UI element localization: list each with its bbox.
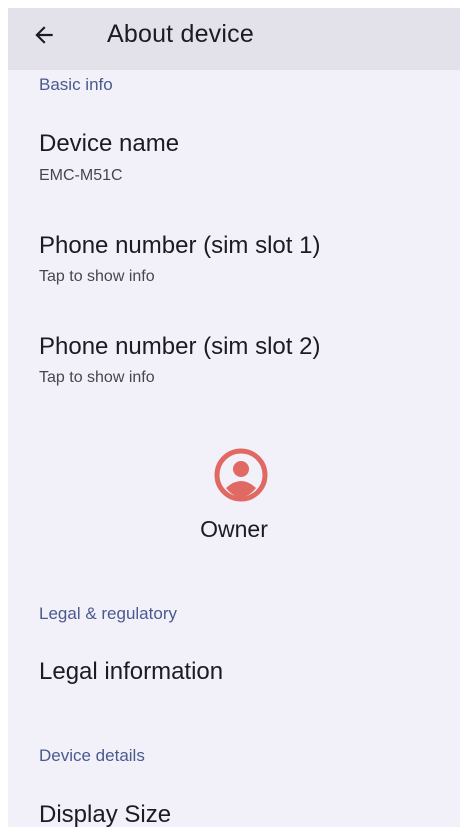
phone-number-sim1-summary: Tap to show info	[39, 268, 155, 285]
owner-label: Owner	[200, 516, 268, 542]
phone-number-sim1-title: Phone number (sim slot 1)	[39, 232, 321, 259]
phone-number-sim2-item[interactable]: Phone number (sim slot 2) Tap to show in…	[8, 321, 460, 401]
about-device-screen: About device Basic info Device name EMC-…	[8, 8, 460, 827]
back-button[interactable]	[30, 21, 58, 49]
section-header-basic-info: Basic info	[39, 75, 113, 94]
arrow-left-icon	[35, 26, 53, 44]
app-bar: About device	[8, 8, 460, 70]
device-name-item[interactable]: Device name EMC-M51C	[8, 118, 460, 198]
display-size-title: Display Size	[39, 801, 172, 827]
account-circle-icon	[214, 448, 268, 502]
section-header-device-details: Device details	[39, 746, 145, 765]
section-header-legal: Legal & regulatory	[39, 604, 177, 623]
owner-item[interactable]: Owner	[8, 440, 460, 556]
legal-information-title: Legal information	[39, 658, 224, 685]
phone-number-sim1-item[interactable]: Phone number (sim slot 1) Tap to show in…	[8, 220, 460, 300]
page-title: About device	[107, 20, 254, 48]
phone-number-sim2-summary: Tap to show info	[39, 369, 155, 386]
legal-information-item[interactable]: Legal information	[8, 644, 460, 704]
phone-number-sim2-title: Phone number (sim slot 2)	[39, 333, 321, 360]
device-name-value: EMC-M51C	[39, 167, 123, 184]
device-name-title: Device name	[39, 130, 180, 157]
display-size-item[interactable]: Display Size	[8, 784, 460, 827]
